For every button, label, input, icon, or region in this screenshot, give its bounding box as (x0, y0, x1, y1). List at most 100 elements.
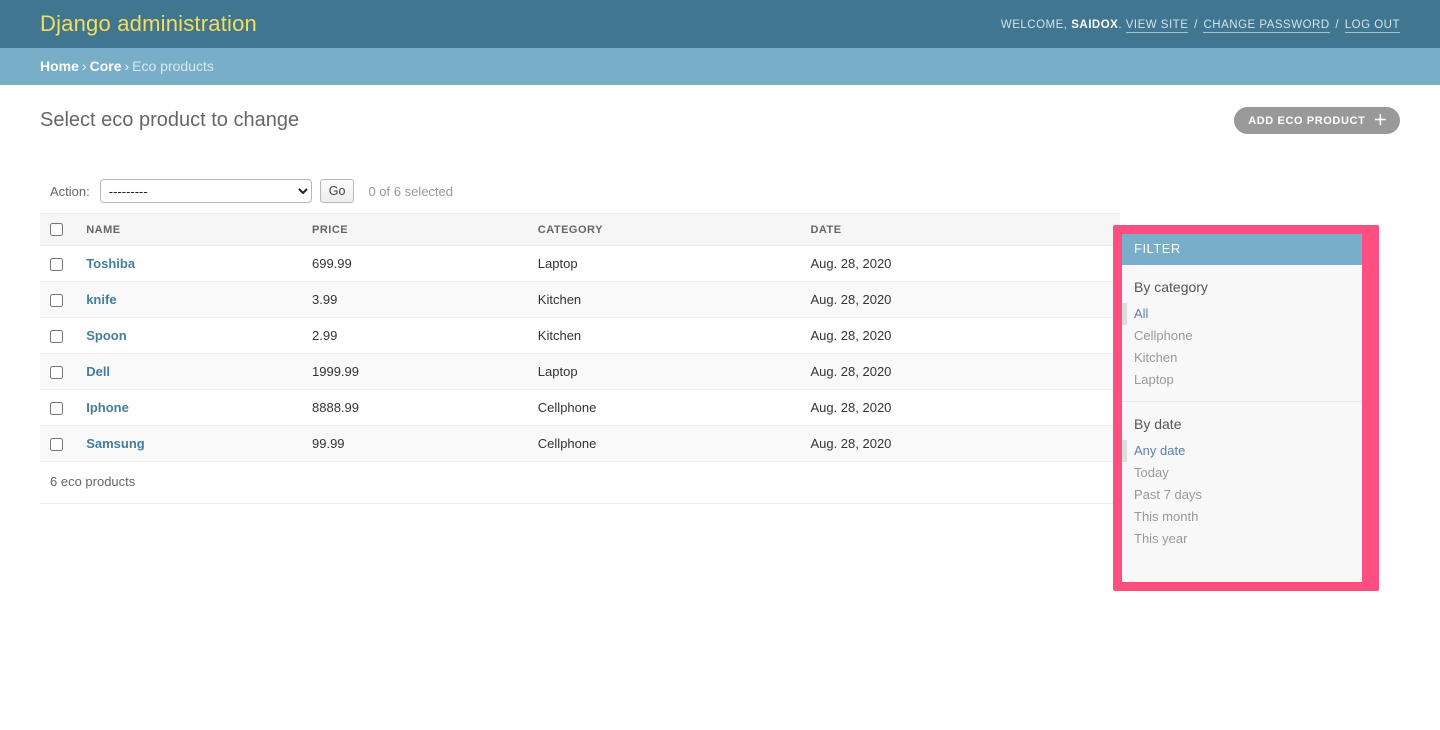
breadcrumb-separator-2: › (124, 58, 130, 74)
paginator: 6 eco products (40, 462, 1120, 505)
results-table-head: NAME PRICE CATEGORY DATE (40, 213, 1120, 246)
change-password-link[interactable]: CHANGE PASSWORD (1203, 19, 1330, 33)
cell-date: Aug. 28, 2020 (800, 281, 1120, 319)
filter-option-list: All Cellphone Kitchen Laptop (1122, 303, 1362, 402)
filter-option: Cellphone (1122, 325, 1362, 347)
row-select-checkbox[interactable] (50, 258, 63, 272)
table-row: Dell 1999.99 Laptop Aug. 28, 2020 (40, 353, 1120, 391)
username-label: SAIDOX (1071, 19, 1119, 31)
column-header-name[interactable]: NAME (76, 213, 302, 246)
cell-name: Toshiba (76, 245, 302, 283)
action-counter: 0 of 6 selected (368, 183, 453, 199)
table-header-row: NAME PRICE CATEGORY DATE (40, 213, 1120, 246)
table-row: Toshiba 699.99 Laptop Aug. 28, 2020 (40, 245, 1120, 283)
row-select-checkbox[interactable] (50, 330, 63, 344)
cell-category: Cellphone (527, 389, 801, 427)
welcome-period: . (1118, 19, 1123, 31)
breadcrumb: Home › Core › Eco products (0, 48, 1440, 85)
breadcrumb-core[interactable]: Core (90, 58, 122, 74)
results-table-body: Toshiba 699.99 Laptop Aug. 28, 2020 knife 3.9… (40, 245, 1120, 463)
filter-option: Laptop (1122, 369, 1362, 391)
row-select-checkbox[interactable] (50, 402, 63, 416)
page-container: Select eco product to change ADD ECO PRO… (0, 85, 1440, 591)
plus-icon: ＋ (1373, 112, 1388, 128)
row-select-checkbox[interactable] (50, 294, 63, 308)
add-eco-product-button[interactable]: ADD ECO PRODUCT ＋ (1234, 107, 1400, 134)
row-link[interactable]: knife (86, 292, 116, 307)
row-select-cell (40, 281, 77, 319)
site-title-link[interactable]: Django administration (40, 11, 257, 36)
row-link[interactable]: Toshiba (86, 256, 135, 271)
filter-option-link[interactable]: Any date (1127, 440, 1362, 462)
row-select-checkbox[interactable] (50, 438, 63, 452)
filter-option-link[interactable]: Cellphone (1127, 325, 1362, 347)
site-header: Django administration WELCOME, SAIDOX. V… (0, 0, 1440, 48)
action-label: Action: (50, 183, 90, 199)
row-link[interactable]: Dell (86, 364, 110, 379)
row-link[interactable]: Spoon (86, 328, 126, 343)
filter-option-link[interactable]: All (1127, 303, 1362, 325)
row-select-cell (40, 353, 77, 391)
cell-category: Kitchen (527, 281, 801, 319)
breadcrumb-current: Eco products (132, 58, 214, 74)
select-all-checkbox[interactable] (50, 223, 63, 236)
row-select-cell (40, 245, 77, 283)
filter-option: This year (1122, 528, 1362, 550)
site-title: Django administration (40, 13, 257, 35)
filter-option: Any date (1122, 440, 1362, 462)
filter-heading: By date (1134, 416, 1182, 432)
filter-option-link[interactable]: This month (1127, 506, 1362, 528)
filter-option: Kitchen (1122, 347, 1362, 369)
table-row: Samsung 99.99 Cellphone Aug. 28, 2020 (40, 425, 1120, 463)
row-select-cell (40, 317, 77, 355)
welcome-text: WELCOME, (1000, 19, 1068, 31)
row-link[interactable]: Iphone (86, 400, 129, 415)
cell-price: 699.99 (302, 245, 528, 283)
filter-option-link[interactable]: This year (1127, 528, 1362, 550)
row-select-checkbox[interactable] (50, 366, 63, 380)
cell-name: Samsung (76, 425, 302, 463)
cell-date: Aug. 28, 2020 (800, 353, 1120, 391)
filter-title: FILTER (1122, 234, 1362, 265)
table-row: Iphone 8888.99 Cellphone Aug. 28, 2020 (40, 389, 1120, 427)
branding: Django administration (40, 13, 257, 35)
column-header-date[interactable]: DATE (800, 213, 1120, 246)
filter-option-list: Any date Today Past 7 days This month This y… (1122, 440, 1362, 560)
cell-category: Cellphone (527, 425, 801, 463)
cell-name: knife (76, 281, 302, 319)
row-select-cell (40, 389, 77, 427)
filter-option-link[interactable]: Laptop (1127, 369, 1362, 391)
column-header-category[interactable]: CATEGORY (527, 213, 801, 246)
cell-category: Laptop (527, 353, 801, 391)
cell-date: Aug. 28, 2020 (800, 389, 1120, 427)
user-tools: WELCOME, SAIDOX. VIEW SITE / CHANGE PASS… (1000, 17, 1400, 33)
log-out-link[interactable]: LOG OUT (1344, 19, 1400, 33)
cell-name: Iphone (76, 389, 302, 427)
filter-option-link[interactable]: Kitchen (1127, 347, 1362, 369)
filter-highlight-box: FILTER By category All Cellphone Kitchen Lap… (1113, 225, 1379, 591)
view-site-link[interactable]: VIEW SITE (1125, 19, 1189, 33)
column-header-price[interactable]: PRICE (302, 213, 528, 246)
filter-option: All (1122, 303, 1362, 325)
go-button[interactable]: Go (319, 179, 355, 203)
breadcrumb-home[interactable]: Home (40, 58, 79, 74)
filter-option: This month (1122, 506, 1362, 528)
cell-date: Aug. 28, 2020 (800, 425, 1120, 463)
filter-option: Past 7 days (1122, 484, 1362, 506)
breadcrumb-separator-1: › (81, 58, 87, 74)
select-all-header (40, 213, 77, 246)
changelist-filter: FILTER By category All Cellphone Kitchen Lap… (1122, 234, 1362, 582)
filter-option-link[interactable]: Past 7 days (1127, 484, 1362, 506)
changelist-form: Action: --------- Go 0 of 6 selected NAM… (40, 171, 1120, 505)
filter-option-link[interactable]: Today (1127, 462, 1362, 484)
cell-date: Aug. 28, 2020 (800, 245, 1120, 283)
cell-price: 3.99 (302, 281, 528, 319)
row-link[interactable]: Samsung (86, 436, 145, 451)
user-tools-separator-1: / (1194, 19, 1198, 31)
cell-price: 1999.99 (302, 353, 528, 391)
action-select[interactable]: --------- (99, 179, 312, 203)
changelist: Action: --------- Go 0 of 6 selected NAM… (40, 171, 1120, 505)
table-row: Spoon 2.99 Kitchen Aug. 28, 2020 (40, 317, 1120, 355)
object-tools: ADD ECO PRODUCT ＋ (1234, 107, 1400, 134)
table-row: knife 3.99 Kitchen Aug. 28, 2020 (40, 281, 1120, 319)
